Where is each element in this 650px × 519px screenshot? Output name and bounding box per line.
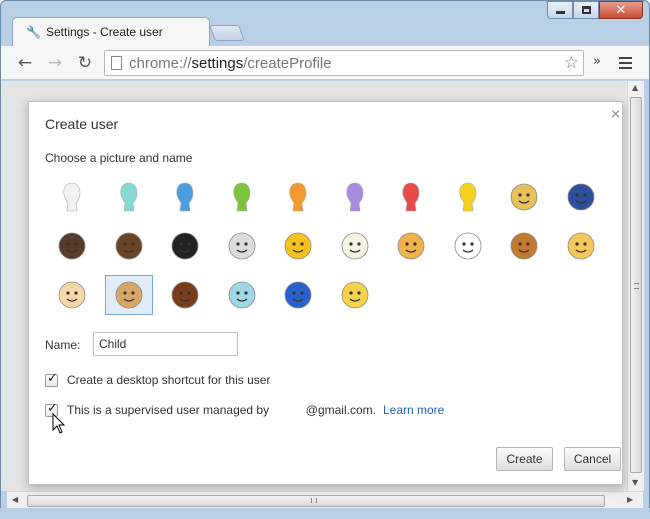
alien-avatar[interactable]: [218, 226, 266, 266]
create-button[interactable]: Create: [496, 447, 553, 471]
desktop-shortcut-row: ✓ Create a desktop shortcut for this use…: [45, 370, 271, 387]
horizontal-scroll-thumb[interactable]: [27, 495, 605, 507]
close-window-button[interactable]: ✕: [599, 1, 643, 19]
url-host: settings: [191, 54, 244, 72]
url-path: /createProfile: [243, 54, 332, 72]
blue-silhouette[interactable]: [161, 177, 209, 217]
flower-avatar[interactable]: [331, 226, 379, 266]
cat-avatar[interactable]: [557, 226, 605, 266]
browser-toolbar: ← → ↻ chrome://settings/createProfile ☆ …: [1, 46, 649, 80]
chrome-menu-button[interactable]: [615, 53, 635, 73]
scroll-down-icon[interactable]: ▼: [632, 478, 638, 487]
cupcake-avatar[interactable]: [48, 275, 96, 315]
back-arrow-icon: ←: [17, 53, 33, 73]
red-silhouette[interactable]: [387, 177, 435, 217]
desktop-shortcut-checkbox[interactable]: ✓: [45, 370, 58, 387]
address-bar[interactable]: chrome://settings/createProfile ☆: [104, 50, 584, 76]
forward-button[interactable]: →: [43, 51, 67, 75]
minimize-button[interactable]: [547, 1, 573, 19]
desktop-shortcut-label: Create a desktop shortcut for this user: [67, 373, 271, 387]
hamburger-avatar[interactable]: [500, 226, 548, 266]
menu-bar-icon: [618, 57, 632, 59]
horse-avatar[interactable]: [161, 275, 209, 315]
maximize-button[interactable]: [573, 1, 599, 19]
scroll-left-icon[interactable]: ◀: [12, 495, 18, 504]
reload-button[interactable]: ↻: [73, 51, 97, 75]
url-scheme: chrome://: [129, 54, 192, 72]
dog-avatar[interactable]: [104, 275, 153, 315]
music-note-avatar[interactable]: [274, 275, 322, 315]
superhero-avatar[interactable]: [557, 177, 605, 217]
back-button[interactable]: ←: [13, 51, 37, 75]
avatar-grid: [48, 177, 613, 322]
dialog-subtitle: Choose a picture and name: [45, 151, 193, 165]
soccer-ball-avatar[interactable]: [444, 226, 492, 266]
vertical-scroll-thumb[interactable]: [630, 97, 642, 473]
supervised-user-row: ✓ This is a supervised user managed by @…: [45, 401, 444, 417]
scroll-right-icon[interactable]: ▶: [627, 495, 633, 504]
page-icon: [111, 56, 122, 70]
maximize-icon: [581, 6, 591, 14]
ninja-avatar[interactable]: [161, 226, 209, 266]
window-controls: ✕: [547, 1, 643, 19]
scroll-grip-icon: [311, 498, 317, 503]
reload-icon: ↻: [77, 53, 93, 73]
menu-bar-icon: [618, 67, 632, 69]
purple-silhouette[interactable]: [331, 177, 379, 217]
blonde-woman-avatar[interactable]: [500, 177, 548, 217]
businesswoman-avatar[interactable]: [48, 226, 96, 266]
white-silhouette[interactable]: [48, 177, 96, 217]
title-bar: ✕ 🔧 Settings - Create user: [0, 0, 650, 46]
forward-arrow-icon: →: [47, 53, 63, 73]
pizza-avatar[interactable]: [387, 226, 435, 266]
url-text: chrome://settings/createProfile: [129, 55, 332, 72]
mouse-cursor-icon: [52, 413, 66, 434]
name-input[interactable]: [93, 332, 238, 356]
cancel-button[interactable]: Cancel: [564, 447, 621, 471]
dialog-close-icon[interactable]: ×: [610, 107, 621, 122]
sun-cloud-avatar[interactable]: [331, 275, 379, 315]
orange-silhouette[interactable]: [274, 177, 322, 217]
vertical-scrollbar[interactable]: ▲ ▼: [627, 81, 644, 491]
minimize-icon: [555, 11, 565, 14]
create-user-dialog: Create user × Choose a picture and name …: [28, 101, 623, 485]
extensions-overflow-icon[interactable]: »: [593, 54, 601, 69]
cocktail-avatar[interactable]: [218, 275, 266, 315]
scroll-up-icon[interactable]: ▲: [632, 83, 638, 92]
tab-settings[interactable]: 🔧 Settings - Create user: [12, 17, 210, 46]
window-bottom-border: [0, 508, 650, 519]
name-label: Name:: [45, 338, 81, 352]
dialog-title: Create user: [45, 116, 119, 132]
wrench-icon: 🔧: [26, 25, 41, 39]
businessman-avatar[interactable]: [105, 226, 153, 266]
cyan-silhouette[interactable]: [105, 177, 153, 217]
scroll-grip-icon: [634, 283, 639, 289]
yellow-silhouette[interactable]: [444, 177, 492, 217]
new-tab-button[interactable]: [209, 25, 245, 41]
bookmark-star-icon[interactable]: ☆: [564, 53, 579, 73]
checkmark-icon: ✓: [47, 370, 58, 386]
smiley-avatar[interactable]: [274, 226, 322, 266]
close-icon: ✕: [615, 2, 627, 18]
supervised-user-label: This is a supervised user managed by @gm…: [67, 403, 376, 417]
green-silhouette[interactable]: [218, 177, 266, 217]
horizontal-scrollbar[interactable]: ◀ ▶: [7, 491, 643, 508]
menu-bar-icon: [618, 62, 632, 64]
tab-title: Settings - Create user: [46, 25, 163, 39]
learn-more-link[interactable]: Learn more: [383, 403, 444, 417]
